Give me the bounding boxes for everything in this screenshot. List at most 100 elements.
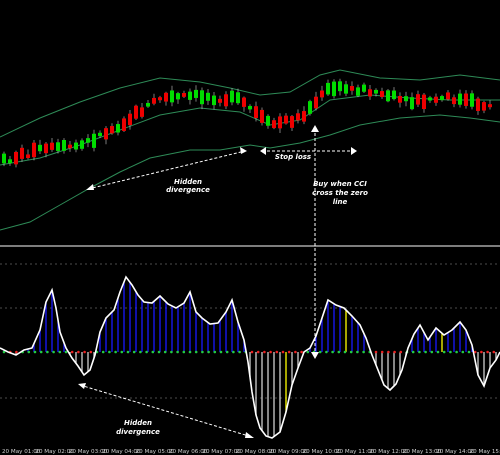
signal-dot-icon — [77, 350, 80, 354]
signal-dot-icon — [337, 350, 341, 354]
buy-signal-label-2: cross the zero — [312, 189, 368, 197]
signal-dot-icon — [151, 350, 155, 354]
bear-candle — [398, 96, 402, 103]
bull-candle — [56, 142, 60, 151]
bear-candle — [152, 97, 156, 104]
signal-dot-icon — [356, 350, 359, 354]
signal-dot-icon — [101, 350, 105, 354]
signal-dot-icon — [219, 350, 223, 354]
signal-dot-icon — [256, 350, 260, 354]
signal-dot-icon — [139, 350, 142, 354]
bear-candle — [182, 93, 186, 97]
bull-candle — [200, 90, 204, 105]
signal-dot-icon — [163, 350, 167, 354]
signal-dot-icon — [442, 350, 446, 354]
bull-candle — [38, 144, 42, 152]
signal-dot-icon — [325, 350, 328, 354]
signal-dot-icon — [331, 350, 334, 354]
bull-candle — [392, 90, 396, 100]
signal-dot-icon — [424, 350, 427, 354]
bear-candle — [302, 111, 306, 122]
signal-dot-icon — [380, 350, 384, 354]
signal-dot-icon — [33, 350, 37, 354]
bull-candle — [176, 93, 180, 100]
bull-candle — [74, 142, 78, 150]
signal-dot-icon — [399, 350, 403, 354]
bear-candle — [254, 106, 258, 119]
bull-candle — [116, 124, 120, 133]
bull-candle — [440, 96, 444, 101]
bear-candle — [104, 128, 108, 140]
bear-candle — [32, 142, 36, 158]
bull-candle — [386, 90, 390, 102]
bear-candle — [50, 142, 54, 150]
bear-candle — [260, 109, 264, 123]
bear-candle — [482, 102, 486, 111]
bear-candle — [110, 126, 114, 134]
signal-dot-icon — [182, 350, 186, 354]
bull-candle — [2, 153, 6, 164]
signal-dot-icon — [232, 350, 235, 354]
hidden-divergence-label-top-1: Hidden — [174, 178, 202, 186]
bull-candle — [470, 93, 474, 107]
bear-candle — [14, 151, 18, 165]
bear-candle — [140, 107, 144, 117]
bear-candle — [242, 97, 246, 107]
bear-candle — [434, 96, 438, 103]
signal-dot-icon — [108, 350, 111, 354]
signal-dot-icon — [64, 350, 68, 354]
bull-candle — [458, 93, 462, 105]
signal-dot-icon — [281, 350, 285, 354]
signal-dot-icon — [89, 350, 93, 354]
signal-dot-icon — [132, 350, 136, 354]
signal-dot-icon — [58, 350, 62, 354]
signal-dot-icon — [436, 350, 440, 354]
bear-candle — [446, 92, 450, 100]
bear-candle — [134, 105, 138, 119]
bear-candle — [284, 115, 288, 124]
bull-candle — [80, 140, 84, 149]
bull-candle — [146, 102, 150, 107]
bear-candle — [314, 96, 318, 109]
bull-candle — [356, 87, 360, 96]
bull-candle — [374, 89, 378, 94]
signal-dot-icon — [449, 350, 452, 354]
signal-dot-icon — [374, 350, 378, 354]
bear-candle — [368, 89, 372, 97]
time-axis: 20 May 01:0020 May 02:0020 May 03:0020 M… — [2, 449, 500, 455]
signal-dot-icon — [207, 350, 210, 354]
signal-dot-icon — [387, 350, 390, 354]
signal-dot-icon — [300, 350, 303, 354]
bull-candle — [326, 82, 330, 95]
bull-candle — [194, 89, 198, 98]
signal-dot-icon — [157, 350, 161, 354]
bull-candle — [344, 84, 348, 94]
bear-candle — [278, 116, 282, 129]
time-axis-label: 20 May 15:00 — [470, 449, 500, 455]
bull-candle — [212, 95, 216, 106]
signal-dot-icon — [114, 350, 117, 354]
bull-candle — [92, 133, 96, 148]
bull-candle — [338, 81, 342, 92]
signal-dot-icon — [46, 350, 49, 354]
signal-dot-icon — [52, 350, 55, 354]
signal-dot-icon — [39, 350, 43, 354]
bear-candle — [476, 98, 480, 111]
bull-candle — [230, 90, 234, 103]
bear-candle — [164, 92, 168, 102]
bear-candle — [422, 94, 426, 110]
hidden-divergence-label-top-2: divergence — [166, 186, 210, 194]
signal-dot-icon — [176, 350, 179, 354]
signal-dot-icon — [492, 350, 496, 354]
signal-dot-icon — [393, 350, 396, 354]
signal-dot-icon — [250, 350, 254, 354]
bear-candle — [464, 93, 468, 106]
hidden-divergence-label-bottom-2: divergence — [116, 428, 160, 436]
bear-candle — [218, 98, 222, 103]
signal-dot-icon — [287, 350, 291, 354]
signal-dot-icon — [201, 350, 204, 354]
signal-dot-icon — [411, 350, 415, 354]
bull-candle — [404, 96, 408, 102]
signal-dot-icon — [83, 350, 86, 354]
bear-candle — [380, 91, 384, 97]
